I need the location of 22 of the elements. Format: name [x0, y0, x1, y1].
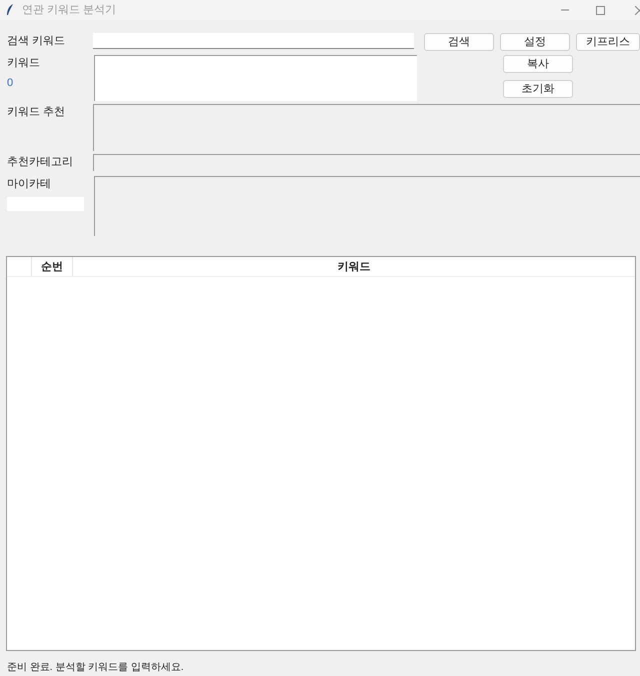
- window-title: 연관 키워드 분석기: [22, 2, 116, 18]
- maximize-icon[interactable]: [596, 6, 605, 14]
- action-button[interactable]: 복사: [503, 55, 573, 73]
- action-button[interactable]: 설정: [500, 33, 570, 51]
- table-header[interactable]: 순번: [32, 257, 73, 276]
- recommend-box[interactable]: [93, 104, 640, 151]
- table-header[interactable]: 키워드: [73, 257, 635, 276]
- recommend-label: 키워드 추천: [7, 105, 66, 120]
- keyword-input[interactable]: [94, 55, 417, 101]
- feather-icon: [6, 4, 14, 16]
- category-label: 추천카테고리: [7, 155, 74, 170]
- category-field[interactable]: [93, 154, 640, 171]
- action-button[interactable]: 키프리스: [576, 33, 640, 51]
- keyword-count: 0: [7, 76, 14, 90]
- search-field[interactable]: [93, 33, 414, 49]
- close-icon[interactable]: [635, 6, 640, 14]
- action-button[interactable]: 초기화: [503, 80, 573, 98]
- my-category-label: 마이카테: [7, 177, 52, 192]
- status-text: 준비 완료. 분석할 키워드를 입력하세요.: [7, 661, 185, 675]
- search-label: 검색 키워드: [7, 34, 66, 49]
- keyword-label: 키워드: [7, 56, 41, 71]
- action-button[interactable]: 검색: [424, 33, 494, 51]
